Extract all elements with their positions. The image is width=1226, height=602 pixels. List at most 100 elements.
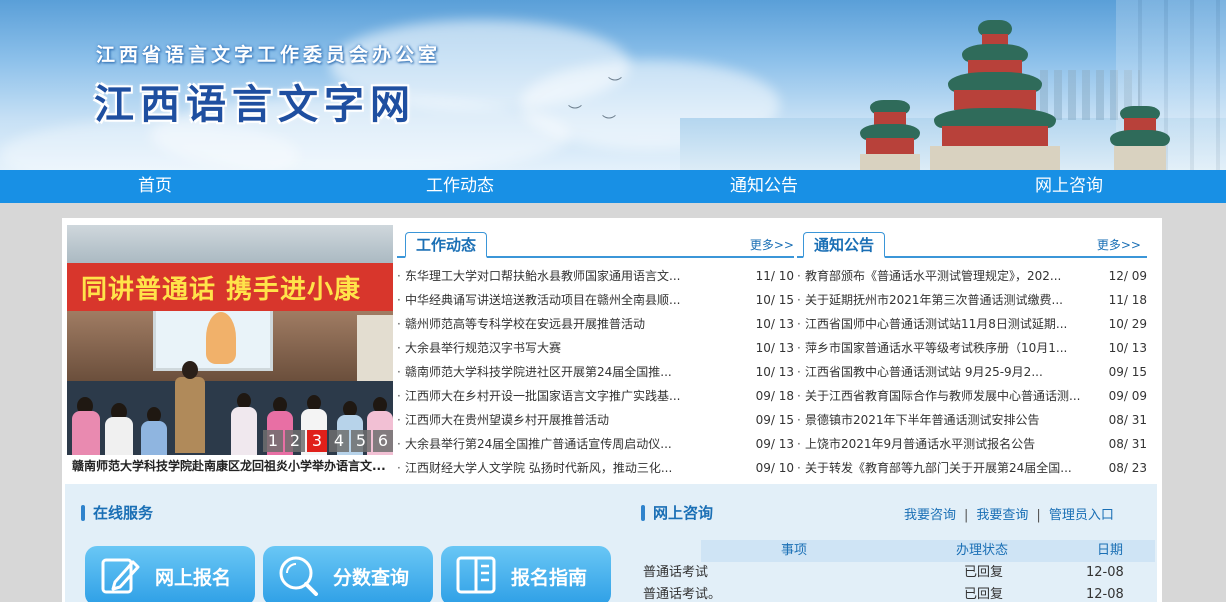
list-item: · 江西财经大学人文学院 弘扬时代新风，推动三化... 09/ 10	[397, 456, 794, 480]
notice-date: 08/ 23	[1108, 461, 1147, 475]
table-row[interactable]: 普通话考试。 已回复 12-08	[643, 584, 1155, 602]
slideshow-image[interactable]: 同讲普通话 携手进小康 1 2 3 4 5 6	[67, 225, 393, 455]
notice-link[interactable]: 萍乡市国家普通话水平等级考试秩序册（10月1...	[805, 336, 1067, 360]
score-query-button[interactable]: 分数查询	[263, 546, 433, 602]
notices-more-link[interactable]: 更多>>	[1097, 236, 1141, 253]
notices-list: · 教育部颁布《普通话水平测试管理规定》，202... 12/ 09 · 关于延期抚州…	[797, 264, 1147, 480]
online-register-button[interactable]: 网上报名	[85, 546, 255, 602]
work-news-list: · 东华理工大学对口帮扶鲐水县教师国家通用语言文... 11/ 10 · 中华经典诵写…	[397, 264, 794, 480]
notice-link[interactable]: 关于江西省教育国际合作与教师发展中心普通话测...	[805, 384, 1080, 408]
search-icon	[279, 556, 318, 596]
register-guide-button[interactable]: 报名指南	[441, 546, 611, 602]
column-header-item: 事项	[781, 543, 808, 558]
site-title: 江西语言文字网	[94, 82, 416, 128]
news-link[interactable]: 江西师大在乡村开设一批国家语言文字推广实践基...	[405, 384, 680, 408]
list-item: · 江西师大在贵州望谟乡村开展推普活动 09/ 15	[397, 408, 794, 432]
notice-date: 10/ 29	[1108, 317, 1147, 331]
pencil-edit-icon	[101, 558, 140, 594]
list-item: · 景德镇市2021年下半年普通话测试安排公告 08/ 31	[797, 408, 1147, 432]
news-link[interactable]: 江西财经大学人文学院 弘扬时代新风，推动三化...	[405, 456, 672, 480]
list-item: · 中华经典诵写讲送培送教活动项目在赣州全南县顺... 10/ 15	[397, 288, 794, 312]
consult-status: 已回复	[964, 587, 1004, 602]
news-link[interactable]: 东华理工大学对口帮扶鲐水县教师国家通用语言文...	[405, 264, 680, 288]
slide-page-button[interactable]: 6	[373, 430, 393, 452]
ask-question-link[interactable]: 我要咨询	[904, 508, 956, 523]
table-row[interactable]: 普通话考试 已回复 12-08	[643, 562, 1155, 584]
list-item: · 教育部颁布《普通话水平测试管理规定》，202... 12/ 09	[797, 264, 1147, 288]
notice-link[interactable]: 关于转发《教育部等九部门关于开展第24届全国...	[805, 456, 1072, 480]
notice-link[interactable]: 江西省国教中心普通话测试站 9月25-9月2...	[805, 360, 1043, 384]
bird-icon: ︶	[608, 77, 622, 93]
news-link[interactable]: 大余县举行规范汉字书写大赛	[405, 336, 561, 360]
news-link[interactable]: 赣州师范高等专科学校在安远县开展推普活动	[405, 312, 645, 336]
notice-date: 09/ 09	[1108, 389, 1147, 403]
query-link[interactable]: 我要查询	[976, 508, 1028, 523]
notice-date: 08/ 31	[1108, 413, 1147, 427]
list-item: · 江西省国教中心普通话测试站 9月25-9月2... 09/ 15	[797, 360, 1147, 384]
work-news-tab[interactable]: 工作动态	[405, 232, 488, 258]
slide-page-button[interactable]: 2	[285, 430, 305, 452]
slide-page-button[interactable]: 4	[329, 430, 349, 452]
list-item: · 关于江西省教育国际合作与教师发展中心普通话测... 09/ 09	[797, 384, 1147, 408]
nav-consult[interactable]: 网上咨询	[969, 170, 1169, 203]
notice-date: 08/ 31	[1108, 437, 1147, 451]
consult-status: 已回复	[964, 565, 1004, 580]
consult-links: 我要咨询 | 我要查询 | 管理员入口	[904, 508, 1114, 523]
nav-notices[interactable]: 通知公告	[664, 170, 864, 203]
content-panel: 同讲普通话 携手进小康 1 2 3 4 5 6 赣南师范大学科技学院赴南康区龙回…	[62, 218, 1162, 602]
list-item: · 关于延期抚州市2021年第三次普通话测试缴费... 11/ 18	[797, 288, 1147, 312]
slideshow-caption[interactable]: 赣南师范大学科技学院赴南康区龙回祖炎小学举办语言文...	[72, 457, 394, 474]
consult-date: 12-08	[1086, 587, 1124, 602]
news-date: 10/ 13	[755, 365, 794, 379]
consult-item[interactable]: 普通话考试。	[643, 584, 721, 602]
notice-link[interactable]: 教育部颁布《普通话水平测试管理规定》，202...	[805, 264, 1061, 288]
slide-page-button[interactable]: 5	[351, 430, 371, 452]
news-link[interactable]: 中华经典诵写讲送培送教活动项目在赣州全南县顺...	[405, 288, 680, 312]
notice-link[interactable]: 江西省国师中心普通话测试站11月8日测试延期...	[805, 312, 1067, 336]
book-icon	[456, 556, 496, 594]
main-nav: 首页 工作动态 通知公告 网上咨询	[0, 170, 1226, 203]
news-date: 09/ 18	[755, 389, 794, 403]
list-item: · 大余县举行规范汉字书写大赛 10/ 13	[397, 336, 794, 360]
banner-subtitle: 江西省语言文字工作委员会办公室	[96, 44, 442, 66]
column-header-date: 日期	[1097, 543, 1124, 558]
notice-date: 09/ 15	[1108, 365, 1147, 379]
news-link[interactable]: 赣南师范大学科技学院进社区开展第24届全国推...	[405, 360, 672, 384]
slide-page-button[interactable]: 1	[263, 430, 283, 452]
news-link[interactable]: 大余县举行第24届全国推广普通话宣传周启动仪...	[405, 432, 672, 456]
notice-link[interactable]: 上饶市2021年9月普通话水平测试报名公告	[805, 432, 1035, 456]
notice-link[interactable]: 景德镇市2021年下半年普通话测试安排公告	[805, 408, 1040, 432]
slide-page-button-active[interactable]: 3	[307, 430, 327, 452]
pavilion-image	[930, 20, 1060, 170]
list-item: · 赣南师范大学科技学院进社区开展第24届全国推... 10/ 13	[397, 360, 794, 384]
list-item: · 上饶市2021年9月普通话水平测试报名公告 08/ 31	[797, 432, 1147, 456]
notice-link[interactable]: 关于延期抚州市2021年第三次普通话测试缴费...	[805, 288, 1063, 312]
list-item: · 赣州师范高等专科学校在安远县开展推普活动 10/ 13	[397, 312, 794, 336]
online-service-heading: 在线服务	[81, 502, 153, 523]
nav-work-news[interactable]: 工作动态	[360, 170, 560, 203]
list-item: · 江西省国师中心普通话测试站11月8日测试延期... 10/ 29	[797, 312, 1147, 336]
notice-date: 12/ 09	[1108, 269, 1147, 283]
consult-heading: 网上咨询	[641, 502, 713, 523]
side-pavilion-image	[1110, 106, 1170, 170]
news-date: 11/ 10	[755, 269, 794, 283]
list-item: · 江西师大在乡村开设一批国家语言文字推广实践基... 09/ 18	[397, 384, 794, 408]
consult-item[interactable]: 普通话考试	[643, 562, 708, 584]
notice-date: 11/ 18	[1108, 293, 1147, 307]
nav-home[interactable]: 首页	[55, 170, 255, 203]
admin-login-link[interactable]: 管理员入口	[1049, 508, 1114, 523]
service-section: 在线服务 网上报名 分数查询 报名指南 网上咨询 我要咨询 | 我要查询 | 管…	[65, 484, 1157, 602]
bird-icon: ︶	[568, 105, 582, 121]
news-date: 09/ 10	[755, 461, 794, 475]
site-banner: ︶ ︶ ︶ 江西省语言文字工作委员会办公室 江西语言文字网	[0, 0, 1226, 170]
news-date: 09/ 15	[755, 413, 794, 427]
news-date: 10/ 13	[755, 341, 794, 355]
work-news-section: 工作动态 更多>> · 东华理工大学对口帮扶鲐水县教师国家通用语言文... 11/ …	[397, 232, 794, 480]
news-link[interactable]: 江西师大在贵州望谟乡村开展推普活动	[405, 408, 609, 432]
work-news-more-link[interactable]: 更多>>	[750, 236, 794, 253]
consult-date: 12-08	[1086, 565, 1124, 580]
notices-tab[interactable]: 通知公告	[803, 232, 886, 258]
column-header-status: 办理状态	[956, 543, 1009, 558]
list-item: · 大余县举行第24届全国推广普通话宣传周启动仪... 09/ 13	[397, 432, 794, 456]
slide-banner: 同讲普通话 携手进小康	[67, 263, 393, 311]
